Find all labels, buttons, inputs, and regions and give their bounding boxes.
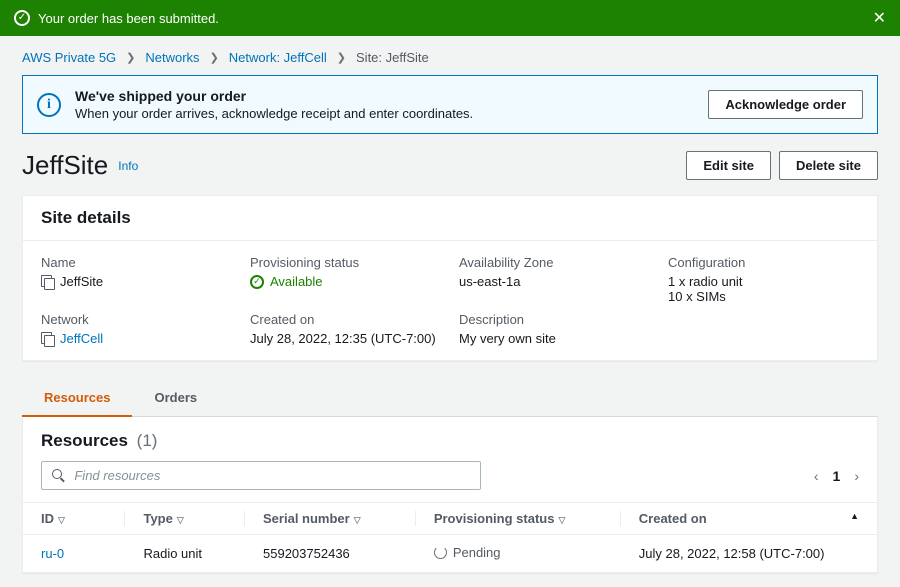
success-check-icon: ✓	[14, 10, 30, 26]
network-link[interactable]: JeffCell	[60, 331, 103, 346]
search-icon	[52, 469, 64, 482]
created-value: July 28, 2022, 12:35 (UTC-7:00)	[250, 331, 441, 346]
status-available-icon: ✓	[250, 275, 264, 289]
alert-title: We've shipped your order	[75, 88, 694, 104]
copy-icon[interactable]	[41, 332, 54, 345]
breadcrumb-sep-icon: ❯	[337, 51, 346, 64]
breadcrumb-network[interactable]: Network: JeffCell	[229, 50, 327, 65]
tab-orders[interactable]: Orders	[132, 380, 219, 417]
pager-prev-icon[interactable]: ‹	[814, 468, 819, 484]
prov-status-label: Provisioning status	[250, 255, 441, 270]
breadcrumb-sep-icon: ❯	[210, 51, 219, 64]
alert-body: When your order arrives, acknowledge rec…	[75, 106, 694, 121]
info-icon: i	[37, 93, 61, 117]
breadcrumb-sep-icon: ❯	[126, 51, 135, 64]
status-pending: Pending	[434, 545, 501, 560]
resource-serial: 559203752436	[245, 535, 416, 573]
tabs: Resources Orders	[22, 379, 878, 417]
az-value: us-east-1a	[459, 274, 650, 289]
desc-value: My very own site	[459, 331, 650, 346]
resource-created: July 28, 2022, 12:58 (UTC-7:00)	[621, 535, 877, 573]
search-input[interactable]	[72, 467, 470, 484]
network-label: Network	[41, 312, 232, 327]
resources-table: ID▽ Type▽ Serial number▽ Provisioning st…	[23, 502, 877, 572]
desc-label: Description	[459, 312, 650, 327]
site-details-heading: Site details	[23, 196, 877, 241]
config-line2: 10 x SIMs	[668, 289, 859, 304]
copy-icon[interactable]	[41, 275, 54, 288]
table-row[interactable]: ru-0 Radio unit 559203752436 Pending Jul…	[23, 535, 877, 573]
pager-current: 1	[833, 468, 841, 484]
info-link[interactable]: Info	[118, 159, 138, 173]
col-created[interactable]: Created on▲	[621, 503, 877, 535]
resources-title: Resources	[41, 431, 128, 450]
col-id[interactable]: ID▽	[23, 503, 125, 535]
edit-site-button[interactable]: Edit site	[686, 151, 771, 180]
config-label: Configuration	[668, 255, 859, 270]
flash-message: Your order has been submitted.	[38, 11, 219, 26]
az-label: Availability Zone	[459, 255, 650, 270]
flash-close-icon[interactable]: ✕	[873, 8, 886, 28]
breadcrumb-site: Site: JeffSite	[356, 50, 429, 65]
config-line1: 1 x radio unit	[668, 274, 859, 289]
search-box[interactable]	[41, 461, 481, 490]
resources-panel: Resources (1) ‹ 1 › ID▽ Type▽ Serial num…	[22, 417, 878, 573]
resource-type: Radio unit	[125, 535, 245, 573]
pager-next-icon[interactable]: ›	[854, 468, 859, 484]
col-serial[interactable]: Serial number▽	[245, 503, 416, 535]
tab-resources[interactable]: Resources	[22, 380, 132, 417]
delete-site-button[interactable]: Delete site	[779, 151, 878, 180]
resources-count: (1)	[137, 431, 158, 450]
resource-id-link[interactable]: ru-0	[41, 546, 64, 561]
flash-success: ✓ Your order has been submitted. ✕	[0, 0, 900, 36]
shipped-alert: i We've shipped your order When your ord…	[22, 75, 878, 134]
name-value: JeffSite	[60, 274, 103, 289]
name-label: Name	[41, 255, 232, 270]
col-type[interactable]: Type▽	[125, 503, 245, 535]
col-status[interactable]: Provisioning status▽	[416, 503, 621, 535]
pending-icon	[434, 546, 447, 559]
site-details-panel: Site details Name JeffSite Provisioning …	[22, 195, 878, 361]
breadcrumb-networks[interactable]: Networks	[145, 50, 199, 65]
status-available: ✓ Available	[250, 274, 323, 289]
breadcrumb: AWS Private 5G ❯ Networks ❯ Network: Jef…	[22, 50, 878, 65]
created-label: Created on	[250, 312, 441, 327]
page-title: JeffSite	[22, 150, 108, 181]
breadcrumb-root[interactable]: AWS Private 5G	[22, 50, 116, 65]
acknowledge-order-button[interactable]: Acknowledge order	[708, 90, 863, 119]
pager: ‹ 1 ›	[814, 468, 859, 484]
